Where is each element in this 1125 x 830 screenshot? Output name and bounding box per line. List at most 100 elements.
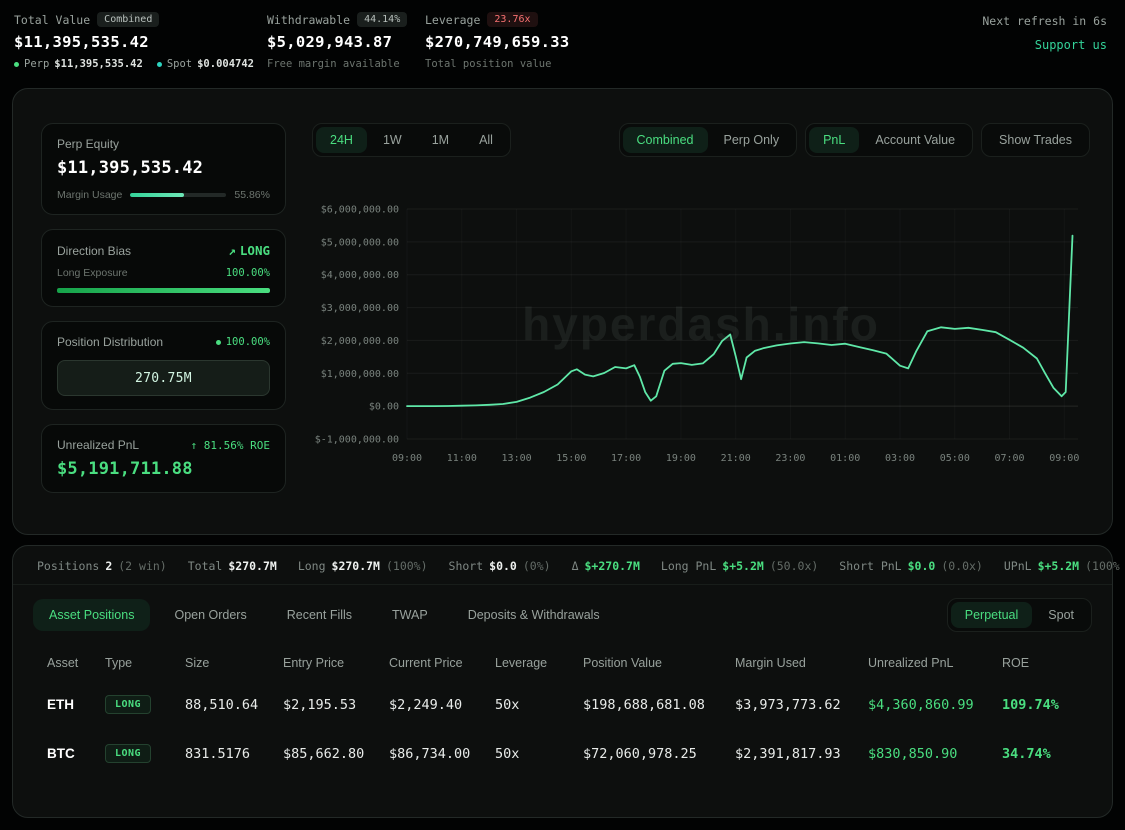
range-1m-button[interactable]: 1M (418, 127, 463, 153)
svg-text:15:00: 15:00 (556, 453, 586, 464)
position-distribution-value: 270.75M (57, 360, 270, 396)
chart-area: 24H 1W 1M All Combined Perp Only PnL Acc… (312, 123, 1090, 510)
col-size: Size (185, 656, 283, 670)
spot-label: Spot (167, 58, 192, 70)
perpetual-toggle-button[interactable]: Perpetual (951, 602, 1033, 628)
stats-sidebar: Perp Equity $11,395,535.42 Margin Usage … (41, 123, 286, 510)
leverage-amount: $270,749,659.33 (425, 33, 685, 51)
svg-text:03:00: 03:00 (885, 453, 915, 464)
long-exposure-fill (57, 288, 270, 293)
withdrawable-amount: $5,029,943.87 (267, 33, 425, 51)
table-row-eth: ETH LONG 88,510.64 $2,195.53 $2,249.40 5… (47, 680, 1078, 729)
perp-dot-icon (14, 62, 19, 67)
spot-toggle-button[interactable]: Spot (1034, 602, 1088, 628)
time-range-group: 24H 1W 1M All (312, 123, 511, 157)
source-toggle-group: Combined Perp Only (619, 123, 798, 157)
perp-only-toggle-button[interactable]: Perp Only (710, 127, 794, 153)
col-type: Type (105, 656, 185, 670)
svg-text:23:00: 23:00 (775, 453, 805, 464)
leverage-label: Leverage (425, 13, 480, 27)
col-current-price: Current Price (389, 656, 495, 670)
svg-text:$6,000,000.00: $6,000,000.00 (321, 205, 399, 216)
chart-controls: 24H 1W 1M All Combined Perp Only PnL Acc… (312, 123, 1090, 157)
direction-bias-value: LONG (240, 243, 270, 258)
show-trades-group: Show Trades (981, 123, 1090, 157)
spot-dot-icon (157, 62, 162, 67)
svg-text:$2,000,000.00: $2,000,000.00 (321, 336, 399, 347)
svg-text:19:00: 19:00 (666, 453, 696, 464)
pnl-chart: hyperdash.info $6,000,000.00$5,000,000.0… (312, 169, 1090, 510)
tab-deposits-withdrawals[interactable]: Deposits & Withdrawals (452, 599, 616, 631)
summary-total: Total $270.7M (188, 559, 277, 573)
svg-text:$5,000,000.00: $5,000,000.00 (321, 237, 399, 248)
perp-equity-label: Perp Equity (57, 137, 270, 151)
direction-bias-card: Direction Bias ↗ LONG Long Exposure 100.… (41, 229, 286, 307)
topbar-right: Next refresh in 6s Support us (982, 12, 1107, 52)
summary-long: Long $270.7M (100%) (298, 559, 428, 573)
col-leverage: Leverage (495, 656, 583, 670)
unrealized-pnl-card: Unrealized PnL ↑ 81.56% ROE $5,191,711.8… (41, 424, 286, 493)
range-all-button[interactable]: All (465, 127, 507, 153)
svg-text:$0.00: $0.00 (369, 402, 399, 413)
total-value-label: Total Value (14, 13, 90, 27)
total-value-amount: $11,395,535.42 (14, 33, 267, 51)
unrealized-pnl-label: Unrealized PnL (57, 438, 139, 452)
svg-text:$4,000,000.00: $4,000,000.00 (321, 270, 399, 281)
margin-usage-bar (130, 193, 226, 197)
long-badge: LONG (105, 695, 151, 714)
svg-text:$3,000,000.00: $3,000,000.00 (321, 303, 399, 314)
long-badge: LONG (105, 744, 151, 763)
direction-bias-label: Direction Bias (57, 244, 131, 258)
position-distribution-card: Position Distribution 100.00% 270.75M (41, 321, 286, 410)
summary-long-pnl: Long PnL $+5.2M (50.0x) (661, 559, 818, 573)
tab-twap[interactable]: TWAP (376, 599, 444, 631)
pnl-chart-svg: $6,000,000.00 $5,000,000.00 $4,000,000.00 $… (312, 169, 1090, 469)
table-header-row: Asset Type Size Entry Price Current Pric… (47, 642, 1078, 680)
topbar: Total Value Combined $11,395,535.42 Perp… (0, 0, 1125, 88)
long-exposure-bar (57, 288, 270, 293)
total-value-stat: Total Value Combined $11,395,535.42 Perp… (14, 12, 267, 70)
margin-usage-pct: 55.86% (234, 189, 270, 201)
svg-text:21:00: 21:00 (721, 453, 751, 464)
spot-value: $0.004742 (197, 58, 254, 70)
perp-equity-value: $11,395,535.42 (57, 158, 270, 178)
market-toggle-group: Perpetual Spot (947, 598, 1092, 632)
support-us-link[interactable]: Support us (1035, 38, 1107, 52)
tab-recent-fills[interactable]: Recent Fills (271, 599, 368, 631)
summary-short: Short $0.0 (0%) (449, 559, 551, 573)
positions-summary-bar: Positions 2 (2 win) Total $270.7M Long $… (13, 546, 1112, 585)
svg-text:$-1,000,000.00: $-1,000,000.00 (315, 435, 399, 446)
position-distribution-label: Position Distribution (57, 335, 163, 349)
col-entry-price: Entry Price (283, 656, 389, 670)
svg-text:09:00: 09:00 (1049, 453, 1079, 464)
col-margin-used: Margin Used (735, 656, 868, 670)
summary-delta: Δ $+270.7M (572, 559, 640, 573)
show-trades-button[interactable]: Show Trades (985, 127, 1086, 153)
combined-badge: Combined (97, 12, 159, 27)
summary-short-pnl: Short PnL $0.0 (0.0x) (839, 559, 983, 573)
svg-text:09:00: 09:00 (392, 453, 422, 464)
positions-panel: Positions 2 (2 win) Total $270.7M Long $… (12, 545, 1113, 818)
tab-asset-positions[interactable]: Asset Positions (33, 599, 150, 631)
perp-equity-card: Perp Equity $11,395,535.42 Margin Usage … (41, 123, 286, 215)
svg-text:01:00: 01:00 (830, 453, 860, 464)
positions-tabs-row: Asset Positions Open Orders Recent Fills… (13, 585, 1112, 640)
roe-badge: ↑ 81.56% ROE (191, 439, 270, 452)
perp-label: Perp (24, 58, 49, 70)
col-unrealized-pnl: Unrealized PnL (868, 656, 1002, 670)
distribution-dot-icon (216, 340, 221, 345)
svg-text:07:00: 07:00 (994, 453, 1024, 464)
summary-positions: Positions 2 (2 win) (37, 559, 167, 573)
col-position-value: Position Value (583, 656, 735, 670)
account-value-toggle-button[interactable]: Account Value (861, 127, 969, 153)
refresh-countdown: Next refresh in 6s (982, 14, 1107, 28)
range-1w-button[interactable]: 1W (369, 127, 416, 153)
pnl-toggle-button[interactable]: PnL (809, 127, 859, 153)
combined-toggle-button[interactable]: Combined (623, 127, 708, 153)
tab-open-orders[interactable]: Open Orders (158, 599, 262, 631)
metric-toggle-group: PnL Account Value (805, 123, 973, 157)
table-row-btc: BTC LONG 831.5176 $85,662.80 $86,734.00 … (47, 729, 1078, 778)
range-24h-button[interactable]: 24H (316, 127, 367, 153)
svg-text:05:00: 05:00 (940, 453, 970, 464)
withdrawable-subtext: Free margin available (267, 58, 425, 70)
